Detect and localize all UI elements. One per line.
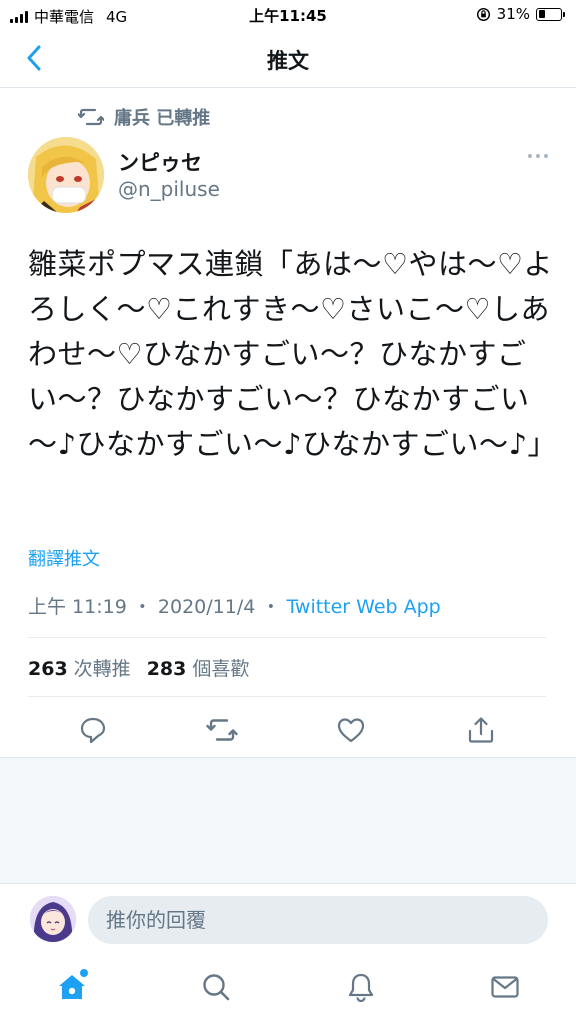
more-options-button[interactable] xyxy=(528,154,548,158)
divider xyxy=(28,637,546,638)
status-right: 31% xyxy=(476,5,565,23)
translate-tweet-link[interactable]: 翻譯推文 xyxy=(28,545,100,571)
meta-separator: ・ xyxy=(132,596,152,618)
divider xyxy=(28,696,546,697)
reply-bar: 推你的回覆 xyxy=(0,885,576,955)
battery-percent: 31% xyxy=(496,5,530,23)
like-button[interactable] xyxy=(331,710,371,750)
search-icon xyxy=(203,974,230,1001)
retweeted-by-label: 庸兵 已轉推 xyxy=(114,108,211,129)
notification-dot xyxy=(80,969,88,977)
retweet-icon xyxy=(206,719,238,741)
likes-count: 283 xyxy=(146,658,187,680)
mail-icon xyxy=(491,976,519,998)
retweets-label: 次轉推 xyxy=(73,658,131,680)
likes-stat[interactable]: 283 個喜歡 xyxy=(147,658,250,680)
tab-bar xyxy=(0,955,576,1024)
author-name[interactable]: ンピゥセ xyxy=(118,147,202,177)
tweet-date: 2020/11/4 xyxy=(157,596,256,618)
orientation-lock-icon xyxy=(476,7,490,21)
share-icon xyxy=(468,717,494,743)
tweet-source-app[interactable]: Twitter Web App xyxy=(286,596,440,618)
reply-icon xyxy=(80,717,106,744)
tab-messages[interactable] xyxy=(485,967,525,1007)
nav-bar: 推文 xyxy=(0,30,576,88)
reply-button[interactable] xyxy=(73,710,113,750)
heart-icon xyxy=(337,718,365,743)
author-handle[interactable]: @n_piluse xyxy=(118,177,220,201)
share-button[interactable] xyxy=(461,710,501,750)
page-title: 推文 xyxy=(267,49,309,73)
reply-input[interactable]: 推你的回覆 xyxy=(88,896,548,944)
retweet-button[interactable] xyxy=(202,710,242,750)
likes-label: 個喜歡 xyxy=(192,658,250,680)
tab-notifications[interactable] xyxy=(341,967,381,1007)
battery-icon xyxy=(536,7,565,21)
tweet-time: 上午 11:19 xyxy=(28,596,127,618)
tweet-meta: 上午 11:19 ・ 2020/11/4 ・ Twitter Web App xyxy=(28,592,441,619)
retweets-stat[interactable]: 263 次轉推 xyxy=(28,658,131,680)
tab-home[interactable] xyxy=(52,967,92,1007)
retweeted-by[interactable]: 庸兵 已轉推 xyxy=(78,104,210,130)
retweets-count: 263 xyxy=(28,658,68,680)
tab-search[interactable] xyxy=(196,967,236,1007)
tweet-stats: 263 次轉推 283 個喜歡 xyxy=(28,654,249,681)
status-bar: 中華電信 4G 上午11:45 31% xyxy=(0,0,576,30)
dot-icon xyxy=(528,154,532,158)
user-avatar[interactable] xyxy=(30,896,76,942)
avatar-image xyxy=(28,137,104,213)
tweet-actions xyxy=(0,710,576,750)
avatar-image xyxy=(30,896,76,942)
empty-replies-area xyxy=(0,757,576,884)
tweet-text: 雛菜ポプマス連鎖「あは～♡やは～♡よろしく～♡これすき～♡さいこ～♡しあわせ～♡… xyxy=(28,247,558,461)
meta-separator: ・ xyxy=(261,596,281,618)
retweet-icon xyxy=(78,108,104,126)
bell-icon xyxy=(348,973,374,1002)
dot-icon xyxy=(544,154,548,158)
dot-icon xyxy=(536,154,540,158)
author-avatar[interactable] xyxy=(28,137,104,213)
